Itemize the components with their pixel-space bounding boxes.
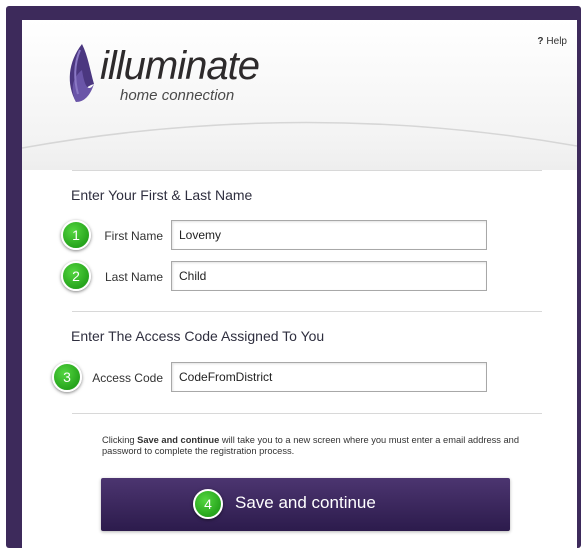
save-button-label: Save and continue <box>235 493 376 512</box>
last-name-field[interactable] <box>171 261 487 291</box>
window-frame: ? Help illuminate home connection Enter Y… <box>6 6 581 552</box>
notice-prefix: Clicking <box>102 435 138 445</box>
access-code-section-title: Enter The Access Code Assigned To You <box>71 328 325 344</box>
last-name-label: Last Name <box>104 270 163 284</box>
registration-panel: ? Help illuminate home connection Enter Y… <box>22 20 577 552</box>
logo-petal-icon <box>69 44 94 102</box>
help-label: Help <box>546 36 567 47</box>
name-section-title: Enter Your First & Last Name <box>71 187 253 203</box>
access-code-label: Access Code <box>92 371 163 385</box>
first-name-label: First Name <box>104 229 163 243</box>
section-divider <box>72 170 542 171</box>
help-link[interactable]: ? Help <box>537 36 567 47</box>
first-name-field[interactable] <box>171 220 487 250</box>
access-code-field[interactable] <box>171 362 487 392</box>
illuminate-logo: illuminate home connection <box>60 40 280 120</box>
notice-emphasis: Save and continue <box>137 435 220 445</box>
registration-notice: Clicking Save and continue will take you… <box>102 435 522 457</box>
logo-tagline: home connection <box>120 87 235 104</box>
step-3-badge: 3 <box>52 362 82 392</box>
logo-name: illuminate <box>100 44 260 88</box>
header-arc <box>22 121 577 149</box>
save-and-continue-button[interactable]: 4 Save and continue <box>101 478 510 531</box>
section-divider <box>72 413 542 414</box>
step-4-badge: 4 <box>193 489 223 519</box>
help-icon: ? <box>537 36 544 47</box>
section-divider <box>72 311 542 312</box>
